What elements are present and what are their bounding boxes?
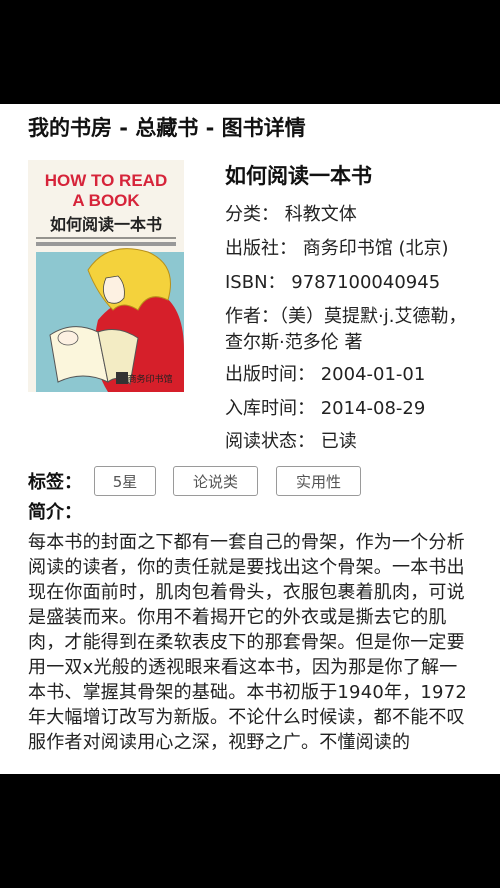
- cover-publisher-seal: 商务印书馆: [127, 373, 172, 385]
- tag-practical[interactable]: 实用性: [276, 466, 361, 496]
- tag-argumentative[interactable]: 论说类: [173, 466, 258, 496]
- tag-5-star[interactable]: 5星: [94, 466, 156, 496]
- book-cover-image[interactable]: HOW TO READ A BOOK 如何阅读一本书 商务印书馆: [28, 160, 184, 392]
- intro-label: 简介：: [28, 502, 82, 523]
- book-detail-screen: 我的书房 - 总藏书 - 图书详情 HOW TO READ A BOOK 如何阅…: [0, 104, 500, 774]
- page-title: 我的书房 - 总藏书 - 图书详情: [28, 116, 306, 140]
- book-cover-illustration: HOW TO READ A BOOK 如何阅读一本书 商务印书馆: [28, 160, 184, 392]
- book-read-status: 阅读状态： 已读: [225, 431, 357, 452]
- book-publisher: 出版社： 商务印书馆 (北京): [225, 238, 449, 259]
- book-publish-date: 出版时间： 2004-01-01: [225, 364, 426, 385]
- tags-label: 标签：: [28, 472, 82, 493]
- book-stock-date: 入库时间： 2014-08-29: [225, 398, 426, 419]
- cover-subtitle: 如何阅读一本书: [50, 215, 162, 234]
- book-isbn: ISBN： 9787100040945: [225, 272, 441, 293]
- cover-title-line1: HOW TO READ: [45, 171, 167, 190]
- book-title: 如何阅读一本书: [225, 164, 372, 188]
- book-category: 分类： 科教文体: [225, 204, 357, 225]
- intro-text: 每本书的封面之下都有一套自己的骨架，作为一个分析阅读的读者，你的责任就是要找出这…: [28, 532, 468, 753]
- cover-title-line2: A BOOK: [72, 191, 140, 210]
- book-author: 作者：（美）莫提默·j.艾德勒，查尔斯·范多伦 著: [225, 306, 467, 353]
